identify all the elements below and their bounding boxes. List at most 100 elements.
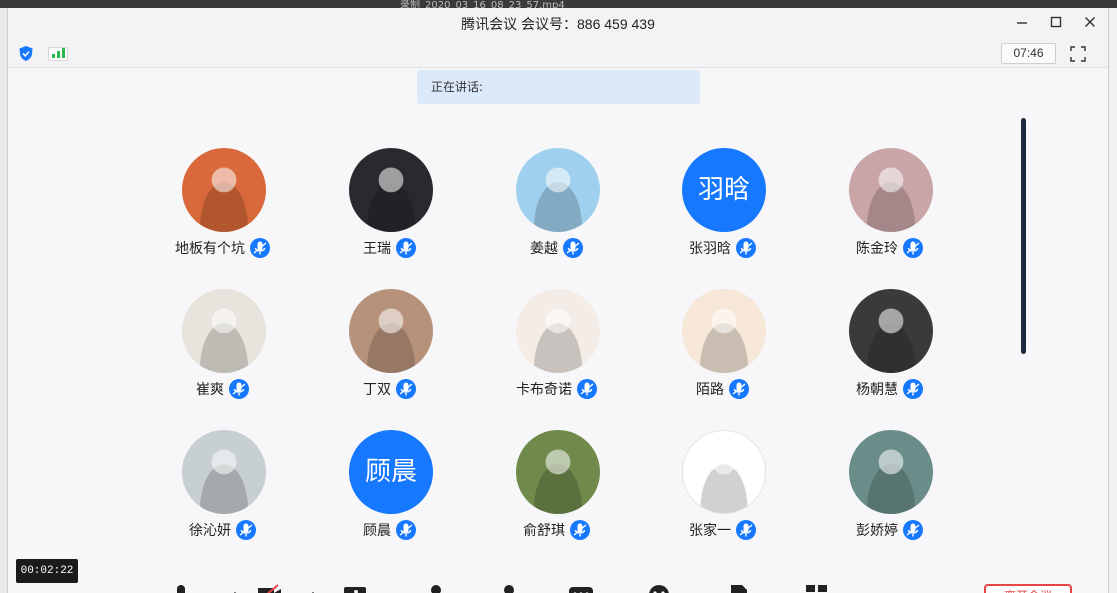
mic-status-icon [903,379,923,399]
participant-tile[interactable]: 王瑞 [325,148,455,258]
participant-tile[interactable]: 地板有个坑 [158,148,288,258]
avatar [182,148,266,232]
avatar [682,430,766,514]
minimize-icon [1017,22,1027,24]
avatar [682,289,766,373]
shield-icon[interactable] [18,45,34,62]
chat-icon[interactable] [568,584,594,593]
participant-name: 彭娇婷 [856,523,898,539]
mic-status-icon [736,238,756,258]
share-screen-icon[interactable] [342,584,368,593]
window-title: 腾讯会议 会议号：886 459 439 [461,16,655,32]
status-bar: 07:46 [8,40,1108,68]
participant-name: 徐沁妍 [189,523,231,539]
participant-tile[interactable]: 张家一 [658,430,788,540]
mic-status-icon [236,520,256,540]
participant-tile[interactable]: 俞舒琪 [492,430,622,540]
mic-status-icon [903,520,923,540]
minimize-button[interactable] [1010,13,1034,35]
participant-tile[interactable]: 丁双 [325,289,455,399]
mic-status-icon [570,520,590,540]
avatar [516,430,600,514]
desktop-top-bar: 录制_2020_03_16_08_23_57.mp4 [0,0,1117,11]
microphone-icon[interactable] [168,584,194,593]
close-button[interactable] [1078,13,1102,35]
chevron-up-icon[interactable] [222,584,248,593]
avatar [849,148,933,232]
participant-name: 地板有个坑 [175,241,245,257]
participant-tile[interactable]: 顾晨 顾晨 [325,430,455,540]
meeting-duration: 07:46 [1001,43,1056,64]
participant-name-row: 张羽晗 [658,236,788,260]
mic-status-icon [396,379,416,399]
camera-off-icon[interactable] [256,584,282,593]
desktop-left-edge [0,8,8,593]
participant-name: 陌路 [696,382,724,398]
participant-name: 张羽晗 [689,241,731,257]
mic-status-icon [903,238,923,258]
recording-time: 00:02:22 [16,559,78,583]
mic-status-icon [229,379,249,399]
participant-name-row: 地板有个坑 [158,236,288,260]
avatar [516,289,600,373]
fullscreen-icon[interactable] [1070,46,1086,62]
leave-meeting-button[interactable]: 离开会议 [984,584,1072,593]
mic-status-icon [729,379,749,399]
avatar [182,430,266,514]
maximize-icon [1050,16,1062,28]
mic-status-icon [563,238,583,258]
participant-name-row: 陌路 [658,377,788,401]
participant-name: 姜越 [530,241,558,257]
participant-name: 丁双 [363,382,391,398]
maximize-button[interactable] [1044,13,1068,35]
participant-tile[interactable]: 崔爽 [158,289,288,399]
participant-tile[interactable]: 陌路 [658,289,788,399]
desktop-right-edge [1108,8,1117,593]
participant-name: 顾晨 [363,523,391,539]
participant-tile[interactable]: 彭娇婷 [825,430,955,540]
participant-tile[interactable]: 姜越 [492,148,622,258]
participant-name: 崔爽 [196,382,224,398]
chevron-up-icon[interactable] [300,584,326,593]
mic-status-icon [396,520,416,540]
document-icon[interactable] [726,584,752,593]
mic-status-icon [396,238,416,258]
apps-icon[interactable] [804,584,830,593]
avatar [182,289,266,373]
mic-status-icon [577,379,597,399]
avatar [349,148,433,232]
participant-name-row: 杨朝慧 [825,377,955,401]
participant-name-row: 顾晨 [325,518,455,542]
participant-name: 杨朝慧 [856,382,898,398]
title-bar: 腾讯会议 会议号：886 459 439 [8,8,1108,40]
mic-status-icon [250,238,270,258]
participant-tile[interactable]: 杨朝慧 [825,289,955,399]
screen: 录制_2020_03_16_08_23_57.mp4 腾讯会议 会议号：886 … [0,0,1117,593]
participant-name-row: 崔爽 [158,377,288,401]
participant-tile[interactable]: 羽晗张羽晗 [658,148,788,258]
participant-tile[interactable]: 徐沁妍 [158,430,288,540]
participant-name-row: 彭娇婷 [825,518,955,542]
participant-tile[interactable]: 卡布奇诺 [492,289,622,399]
reaction-icon[interactable] [646,584,672,593]
participant-name-row: 徐沁妍 [158,518,288,542]
mic-status-icon [736,520,756,540]
invite-icon[interactable] [424,584,450,593]
avatar: 羽晗 [682,148,766,232]
network-signal-icon[interactable] [48,47,68,61]
participant-name-row: 卡布奇诺 [492,377,622,401]
scrollbar[interactable] [1021,118,1026,354]
meeting-window: 腾讯会议 会议号：886 459 439 07:46 正在讲话: 地板有个坑 王瑞… [8,8,1108,593]
speaking-indicator: 正在讲话: [417,70,700,104]
participant-name-row: 丁双 [325,377,455,401]
participant-name: 卡布奇诺 [516,382,572,398]
participant-name: 俞舒琪 [523,523,565,539]
members-icon[interactable] [496,584,522,593]
avatar [349,289,433,373]
avatar: 顾晨 [349,430,433,514]
participant-name-row: 姜越 [492,236,622,260]
participant-name-row: 王瑞 [325,236,455,260]
participant-tile[interactable]: 陈金玲 [825,148,955,258]
participant-name: 陈金玲 [856,241,898,257]
participant-name-row: 陈金玲 [825,236,955,260]
